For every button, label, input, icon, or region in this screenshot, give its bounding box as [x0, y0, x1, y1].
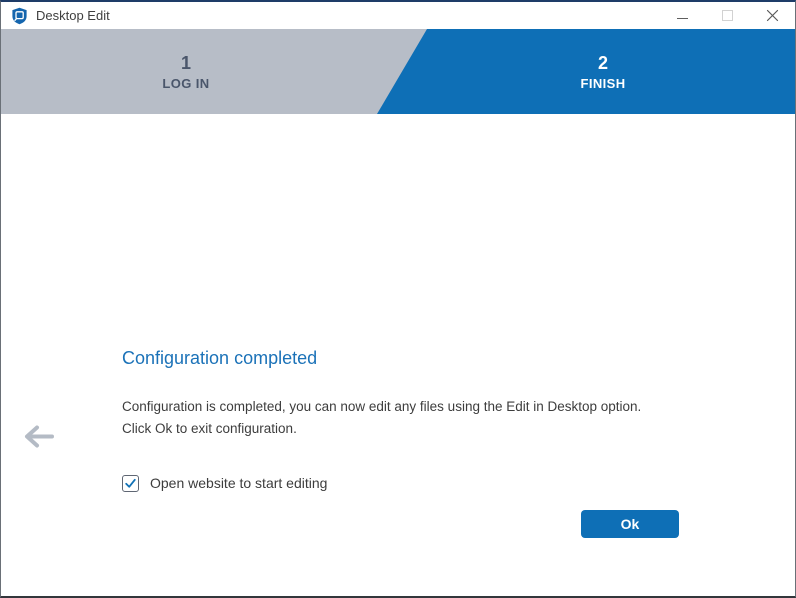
maximize-icon [722, 10, 733, 21]
step-finish: 2 FINISH [411, 29, 795, 114]
window-title: Desktop Edit [36, 8, 110, 23]
minimize-button[interactable] [660, 2, 705, 29]
content-area: Configuration completed Configuration is… [1, 114, 795, 596]
check-icon [124, 477, 137, 490]
step-label: LOG IN [162, 76, 209, 91]
app-icon [11, 7, 28, 25]
back-arrow-icon [21, 423, 55, 450]
window-controls [660, 2, 795, 29]
back-button[interactable] [19, 420, 57, 452]
page-title: Configuration completed [122, 345, 317, 371]
minimize-icon [677, 18, 688, 19]
ok-button[interactable]: Ok [581, 510, 679, 538]
body-text-line1: Configuration is completed, you can now … [122, 396, 641, 418]
body-text: Configuration is completed, you can now … [122, 396, 641, 440]
title-bar: Desktop Edit [1, 2, 795, 29]
maximize-button [705, 2, 750, 29]
step-number: 2 [598, 53, 608, 73]
step-label: FINISH [580, 76, 625, 91]
close-button[interactable] [750, 2, 795, 29]
open-website-checkbox[interactable] [122, 475, 139, 492]
checkbox-label: Open website to start editing [150, 475, 327, 491]
body-text-line2: Click Ok to exit configuration. [122, 418, 641, 440]
close-icon [766, 9, 779, 22]
open-website-checkbox-row[interactable]: Open website to start editing [122, 473, 327, 493]
stepper: 1 LOG IN 2 FINISH [1, 29, 795, 114]
step-number: 1 [181, 53, 191, 73]
step-login: 1 LOG IN [1, 29, 371, 114]
app-window: Desktop Edit 1 LOG IN 2 FINISH [0, 0, 796, 598]
